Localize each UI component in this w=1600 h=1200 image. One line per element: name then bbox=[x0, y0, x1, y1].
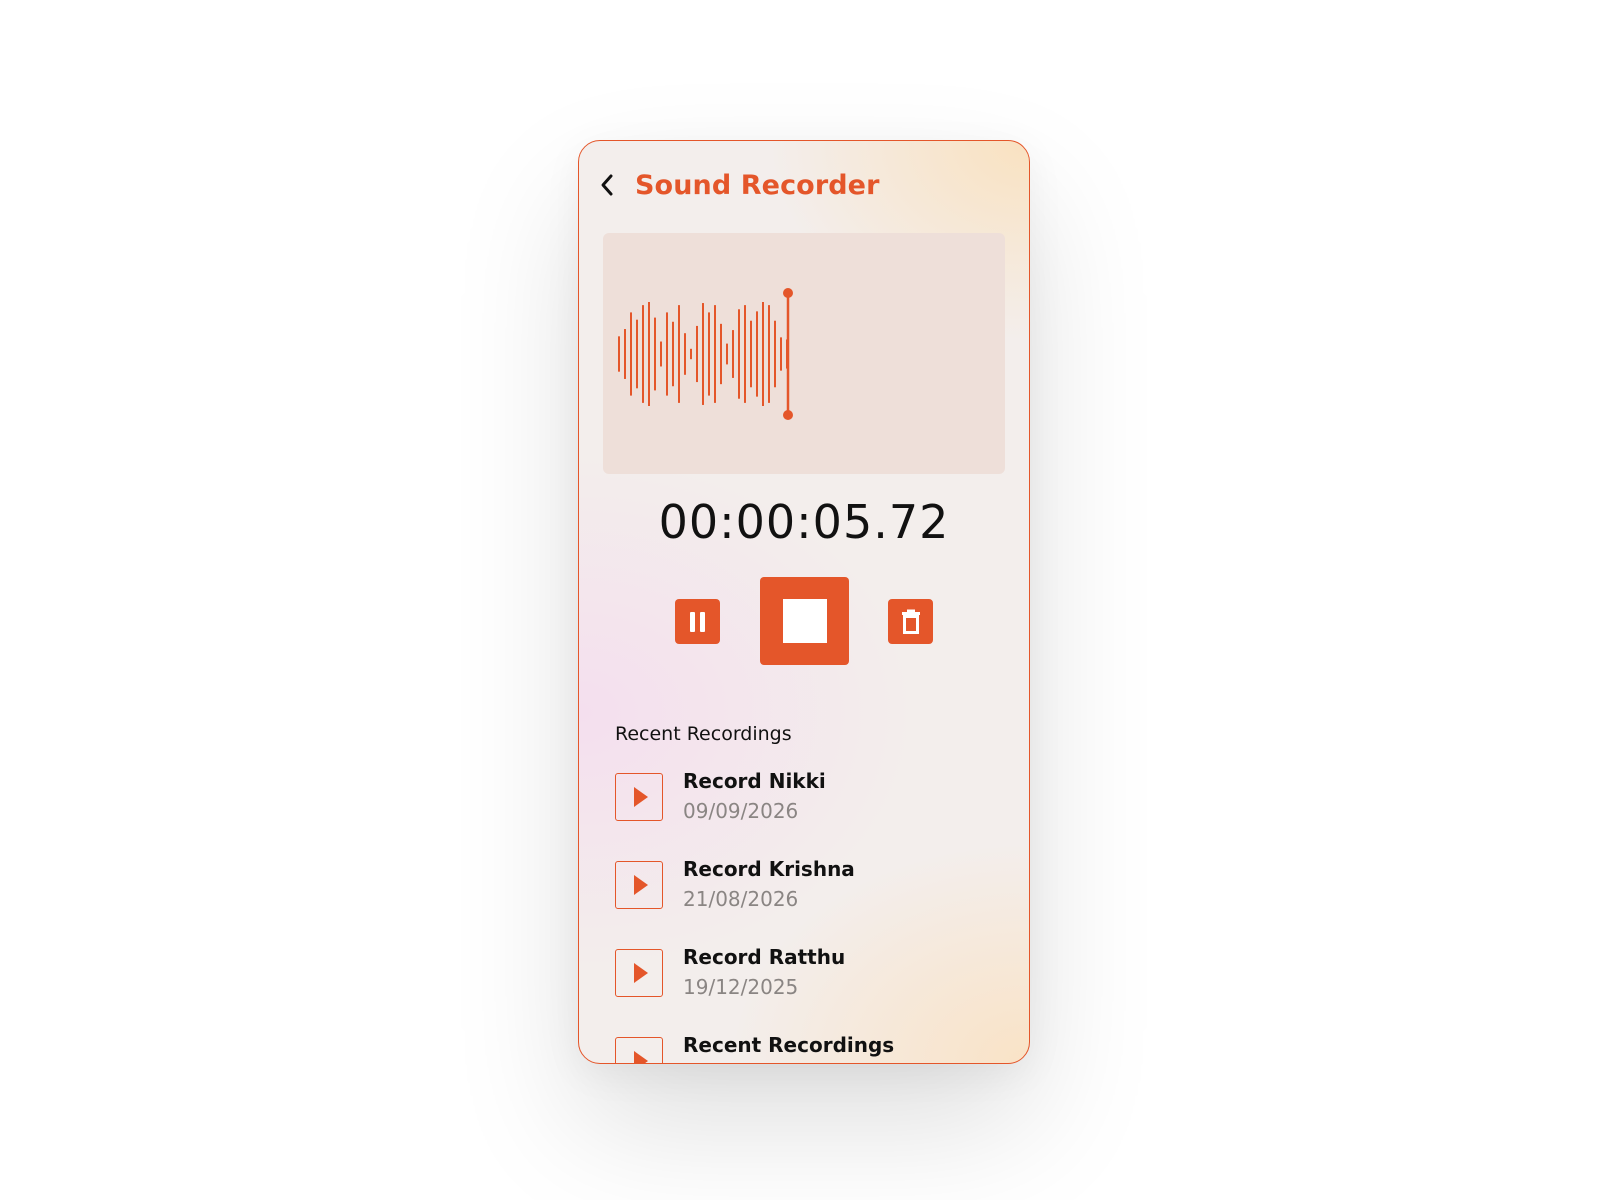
play-icon bbox=[634, 1051, 648, 1063]
recent-recordings-list: Record Nikki 09/09/2026 Record Krishna 2… bbox=[615, 769, 995, 1063]
playhead-bottom-handle[interactable] bbox=[783, 410, 793, 420]
recording-date: 09/09/2026 bbox=[683, 799, 799, 823]
recording-name[interactable]: Record Nikki bbox=[683, 769, 826, 793]
recording-date: 19/12/2025 bbox=[683, 975, 799, 999]
play-button[interactable] bbox=[615, 1037, 663, 1063]
sound-recorder-screen: Sound Recorder 00:00:05.72 Recent Record… bbox=[578, 140, 1030, 1064]
play-icon bbox=[634, 787, 648, 807]
header: Sound Recorder bbox=[599, 165, 880, 205]
stop-button[interactable] bbox=[760, 577, 849, 665]
waveform-panel bbox=[603, 233, 1005, 474]
recent-recordings-heading: Recent Recordings bbox=[615, 723, 792, 745]
delete-button[interactable] bbox=[888, 599, 933, 644]
recording-name[interactable]: Record Krishna bbox=[683, 857, 855, 881]
pause-button[interactable] bbox=[675, 599, 720, 644]
recording-timer: 00:00:05.72 bbox=[658, 495, 950, 549]
back-button[interactable] bbox=[599, 165, 627, 205]
trash-icon bbox=[901, 609, 920, 634]
recording-item: Record Ratthu 19/12/2025 bbox=[615, 945, 995, 1037]
recording-item: Record Nikki 09/09/2026 bbox=[615, 769, 995, 861]
playhead-top-handle[interactable] bbox=[783, 288, 793, 298]
recording-controls bbox=[579, 577, 1029, 665]
stop-icon bbox=[782, 599, 827, 643]
recording-name[interactable]: Record Ratthu bbox=[683, 945, 845, 969]
chevron-left-icon bbox=[601, 174, 613, 196]
page-title: Sound Recorder bbox=[635, 169, 880, 201]
recording-item: Recent Recordings bbox=[615, 1033, 995, 1063]
play-button[interactable] bbox=[615, 949, 663, 997]
play-icon bbox=[634, 963, 648, 983]
waveform-visualization bbox=[618, 288, 793, 420]
play-button[interactable] bbox=[615, 773, 663, 821]
recording-name[interactable]: Recent Recordings bbox=[683, 1033, 894, 1057]
recording-date: 21/08/2026 bbox=[683, 887, 799, 911]
pause-icon bbox=[688, 611, 708, 632]
play-icon bbox=[634, 875, 648, 895]
recording-item: Record Krishna 21/08/2026 bbox=[615, 857, 995, 949]
play-button[interactable] bbox=[615, 861, 663, 909]
